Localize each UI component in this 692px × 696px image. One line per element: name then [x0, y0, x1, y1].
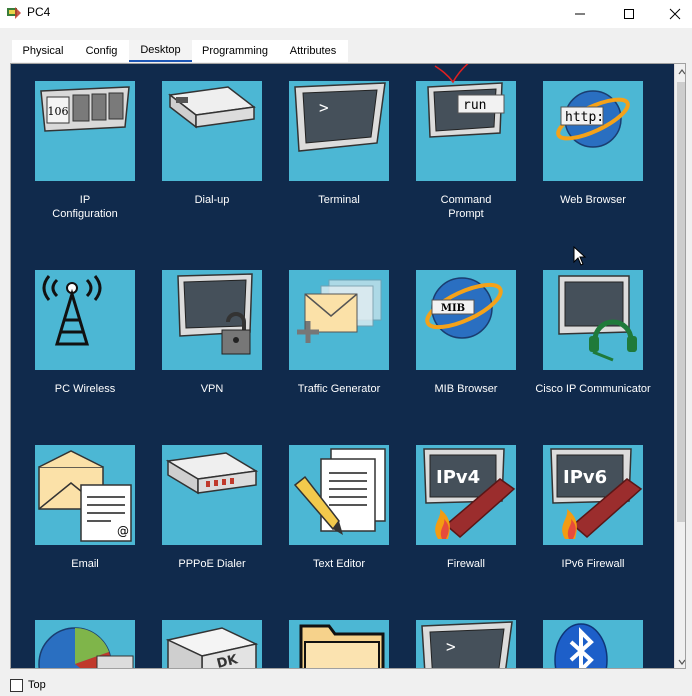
scroll-down-arrow[interactable] [675, 654, 685, 668]
app-label: PC Wireless [54, 383, 116, 395]
command-prompt-icon: run [416, 81, 516, 181]
packet-tracer-icon [7, 7, 21, 19]
top-checkbox[interactable] [10, 679, 23, 692]
maximize-button[interactable] [606, 0, 652, 28]
bluetooth-icon [543, 620, 643, 668]
app-label: Terminal [318, 194, 360, 206]
app-label: Text Editor [313, 558, 365, 570]
text-editor-icon [289, 445, 389, 545]
svg-text:>: > [319, 98, 329, 117]
window-title: PC4 [27, 5, 51, 19]
svg-text:>: > [446, 637, 456, 656]
vertical-scrollbar[interactable] [674, 64, 685, 668]
ip-number: 106 [48, 105, 69, 118]
tab-config[interactable]: Config [74, 40, 129, 62]
app-label: Traffic Generator [297, 383, 381, 395]
vpn-lock-icon [162, 270, 262, 370]
close-icon [669, 8, 681, 20]
mouse-cursor-icon [573, 246, 587, 266]
chevron-down-icon [678, 659, 685, 665]
pc4-window: PC4 Physical Config Desktop Programming … [0, 0, 692, 696]
desktop-grid: 106 IP Configuration Dial-up > Terminal … [11, 64, 673, 668]
pppoe-dialer-icon [162, 445, 262, 545]
app-label: Email [71, 558, 99, 570]
svg-text:MIB: MIB [441, 303, 465, 314]
svg-text:@: @ [117, 524, 129, 538]
app-label: IP Configuration [52, 194, 118, 220]
app-label: PPPoE Dialer [178, 558, 246, 570]
tab-attributes[interactable]: Attributes [278, 40, 348, 62]
app-label: Cisco IP Communicator [535, 383, 651, 395]
app-label: IPv6 Firewall [561, 558, 625, 570]
firewall-icon: IPv4 [416, 445, 516, 545]
desktop-panel: 106 IP Configuration Dial-up > Terminal … [10, 63, 686, 669]
app-label: Dial-up [194, 194, 230, 206]
folder-icon [289, 620, 389, 668]
top-label: Top [28, 679, 46, 691]
tab-desktop[interactable]: Desktop [129, 40, 192, 62]
app-label: Command Prompt [440, 194, 492, 220]
wireless-tower-icon [35, 270, 135, 370]
scroll-up-arrow[interactable] [675, 64, 685, 80]
sdk-box-icon: DK [162, 620, 262, 668]
bottom-bar: Top [0, 673, 692, 696]
traffic-generator-icon [289, 270, 389, 370]
svg-text:run: run [463, 98, 486, 113]
app-label: VPN [200, 383, 224, 395]
minimize-icon [575, 13, 585, 15]
modem-icon [162, 81, 262, 181]
title-bar: PC4 [0, 0, 692, 28]
tab-physical[interactable]: Physical [12, 40, 74, 62]
email-icon: @ [35, 445, 135, 545]
pie-chart-icon [35, 620, 135, 668]
terminal-icon: > [416, 620, 516, 668]
app-label: MIB Browser [434, 383, 498, 395]
web-browser-icon: http: [543, 81, 643, 181]
ip-communicator-icon [543, 270, 643, 370]
terminal-icon: > [289, 81, 389, 181]
chevron-up-icon [678, 69, 685, 75]
scroll-thumb[interactable] [677, 82, 685, 522]
ipv6-firewall-icon: IPv6 [543, 445, 643, 545]
tab-bar: Physical Config Desktop Programming Attr… [0, 28, 692, 64]
maximize-icon [624, 9, 634, 19]
svg-text:IPv4: IPv4 [436, 467, 480, 488]
ip-configuration-icon: 106 [35, 81, 135, 181]
app-label: Web Browser [560, 194, 626, 206]
svg-text:IPv6: IPv6 [563, 467, 607, 488]
tab-programming[interactable]: Programming [192, 40, 278, 62]
mib-browser-icon: MIB [416, 270, 516, 370]
app-label: Firewall [447, 558, 485, 570]
minimize-button[interactable] [557, 0, 603, 28]
close-button[interactable] [652, 0, 692, 28]
svg-text:http:: http: [565, 110, 604, 125]
